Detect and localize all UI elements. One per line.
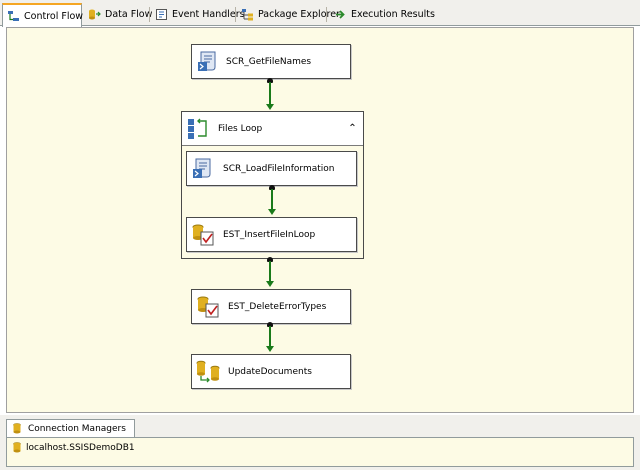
container-label: Files Loop	[218, 123, 263, 134]
tab-execution-results[interactable]: Execution Results	[330, 4, 439, 25]
arrowhead-icon	[266, 346, 274, 352]
precedence-constraint[interactable]	[269, 326, 271, 346]
execute-sql-task-icon	[195, 293, 221, 319]
tab-separator	[149, 7, 150, 22]
task-est-delete-error-types[interactable]: EST_DeleteErrorTypes	[191, 289, 351, 324]
tab-connection-managers[interactable]: Connection Managers	[6, 419, 135, 437]
designer-tab-bar: Control Flow Data Flow Event Handlers Pa…	[0, 0, 640, 27]
data-flow-icon	[88, 8, 101, 21]
task-scr-get-file-names[interactable]: SCR_GetFileNames	[191, 44, 351, 79]
control-flow-canvas[interactable]: SCR_GetFileNames Files Loop ⌃ SCR_LoadFi…	[6, 27, 634, 413]
tab-control-flow[interactable]: Control Flow	[2, 3, 84, 27]
tab-separator	[235, 7, 236, 22]
container-files-loop[interactable]: Files Loop ⌃ SCR_LoadFileInformation EST…	[181, 111, 364, 259]
arrowhead-icon	[266, 281, 274, 287]
task-label: EST_DeleteErrorTypes	[228, 301, 327, 312]
container-body: SCR_LoadFileInformation EST_InsertFileIn…	[182, 146, 363, 258]
task-label: UpdateDocuments	[228, 366, 312, 377]
precedence-constraint[interactable]	[271, 189, 273, 210]
tab-label: Connection Managers	[28, 423, 126, 434]
control-flow-icon	[7, 10, 20, 23]
precedence-constraint[interactable]	[269, 82, 271, 104]
event-handlers-icon	[155, 8, 168, 21]
tab-label: Control Flow	[24, 10, 84, 22]
foreach-loop-icon	[186, 116, 212, 142]
execution-results-icon	[334, 8, 347, 21]
task-label: SCR_LoadFileInformation	[223, 163, 335, 174]
task-est-insert-file-in-loop[interactable]: EST_InsertFileInLoop	[186, 217, 357, 252]
container-header: Files Loop ⌃	[182, 112, 363, 146]
connection-label: localhost.SSISDemoDB1	[26, 442, 135, 453]
tab-package-explorer[interactable]: Package Explorer	[237, 4, 344, 25]
execute-sql-task-icon	[190, 221, 216, 247]
tab-label: Event Handlers	[172, 9, 245, 20]
tab-separator	[326, 7, 327, 22]
tab-label: Package Explorer	[258, 9, 340, 20]
task-scr-load-file-information[interactable]: SCR_LoadFileInformation	[186, 151, 357, 186]
task-update-documents[interactable]: UpdateDocuments	[191, 354, 351, 389]
collapse-chevron-icon[interactable]: ⌃	[346, 122, 359, 135]
connection-item[interactable]: localhost.SSISDemoDB1	[11, 441, 135, 454]
tab-data-flow[interactable]: Data Flow	[84, 4, 156, 25]
connection-managers-panel[interactable]: localhost.SSISDemoDB1	[6, 437, 634, 467]
script-task-icon	[190, 155, 216, 181]
tab-label: Data Flow	[105, 9, 153, 20]
arrowhead-icon	[266, 104, 274, 110]
tab-label: Execution Results	[351, 9, 435, 20]
task-label: SCR_GetFileNames	[226, 56, 312, 67]
task-label: EST_InsertFileInLoop	[223, 229, 316, 240]
connection-manager-icon	[11, 422, 24, 435]
precedence-constraint[interactable]	[269, 261, 271, 281]
connection-managers-area: Connection Managers localhost.SSISDemoDB…	[0, 415, 640, 470]
arrowhead-icon	[268, 209, 276, 215]
package-explorer-icon	[241, 8, 254, 21]
data-flow-task-icon	[195, 358, 221, 384]
script-task-icon	[195, 48, 221, 74]
connection-icon	[11, 441, 24, 454]
tab-event-handlers[interactable]: Event Handlers	[151, 4, 249, 25]
